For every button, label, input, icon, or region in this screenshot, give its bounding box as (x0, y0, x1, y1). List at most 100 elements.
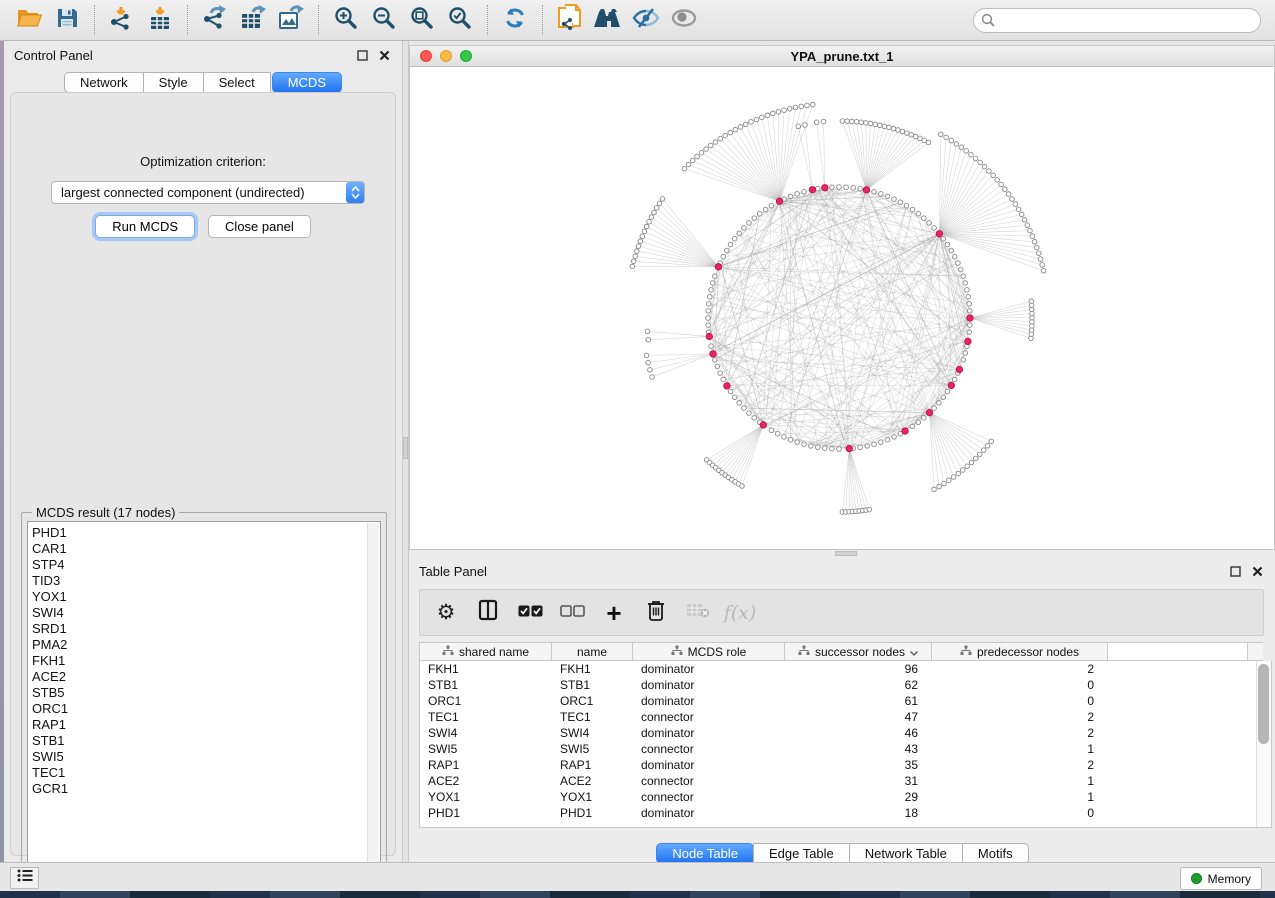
table-row[interactable]: ORC1ORC1dominator610 (420, 693, 1271, 709)
tab-mcds[interactable]: MCDS (272, 72, 342, 93)
hide-items-button[interactable] (627, 3, 665, 37)
export-table-icon (239, 5, 267, 36)
vertical-split-divider[interactable] (402, 41, 409, 862)
mcds-result-item[interactable]: FKH1 (32, 653, 380, 669)
cell-shared-name: ACE2 (420, 773, 552, 789)
open-session-button[interactable] (10, 3, 48, 37)
mcds-result-item[interactable]: STB1 (32, 733, 380, 749)
mcds-result-item[interactable]: STP4 (32, 557, 380, 573)
export-table-button[interactable] (234, 3, 272, 37)
tab-select[interactable]: Select (203, 72, 271, 93)
network-canvas[interactable] (410, 67, 1274, 549)
deselect-all-icon (560, 604, 585, 622)
tab-motifs[interactable]: Motifs (962, 843, 1029, 864)
run-mcds-button[interactable]: Run MCDS (95, 215, 195, 238)
mcds-result-item[interactable]: YOX1 (32, 589, 380, 605)
export-image-button[interactable] (272, 3, 310, 37)
show-items-button[interactable] (665, 3, 703, 37)
column-header-MCDS-role[interactable]: MCDS role (633, 643, 785, 660)
mcds-result-list[interactable]: PHD1CAR1STP4TID3YOX1SWI4SRD1PMA2FKH1ACE2… (27, 521, 381, 877)
column-header-predecessor-nodes[interactable]: predecessor nodes (932, 643, 1108, 660)
table-row[interactable]: STB1STB1dominator620 (420, 677, 1271, 693)
table-row[interactable]: FKH1FKH1dominator962 (420, 661, 1271, 677)
zoom-out-button[interactable] (365, 3, 403, 37)
table-row[interactable]: ACE2ACE2connector311 (420, 773, 1271, 789)
close-panel-button[interactable]: Close panel (208, 215, 311, 238)
table-row[interactable]: SWI5SWI5connector431 (420, 741, 1271, 757)
save-session-button[interactable] (48, 3, 86, 37)
table-settings-button[interactable]: ⚙ (432, 598, 460, 628)
search-input[interactable] (973, 8, 1261, 33)
search-network-button[interactable] (589, 3, 627, 37)
close-panel-icon[interactable] (1249, 563, 1265, 579)
zoom-fit-button[interactable] (403, 3, 441, 37)
cell-shared-name: SWI4 (420, 725, 552, 741)
show-columns-button[interactable] (474, 598, 502, 628)
column-header-successor-nodes[interactable]: successor nodes (785, 643, 932, 660)
column-header-label: MCDS role (688, 645, 747, 659)
tab-node-table[interactable]: Node Table (656, 843, 754, 864)
tab-network-table[interactable]: Network Table (849, 843, 963, 864)
zoom-in-button[interactable] (327, 3, 365, 37)
mcds-result-item[interactable]: CAR1 (32, 541, 380, 557)
mcds-result-item[interactable]: SRD1 (32, 621, 380, 637)
network-window-titlebar[interactable]: YPA_prune.txt_1 (410, 46, 1274, 67)
task-history-button[interactable] (10, 867, 39, 889)
import-table-button[interactable] (141, 3, 179, 37)
cell-MCDS-role: connector (633, 709, 785, 725)
criterion-selected-value: largest connected component (undirected) (52, 185, 346, 200)
cell-shared-name: FKH1 (420, 661, 552, 677)
horizontal-split-divider[interactable] (409, 550, 1275, 557)
divider-grabber[interactable] (835, 551, 857, 556)
add-row-button[interactable]: + (600, 598, 628, 628)
float-panel-icon[interactable] (1227, 563, 1243, 579)
import-network-button[interactable] (103, 3, 141, 37)
column-header-shared-name[interactable]: shared name (420, 643, 552, 660)
delete-row-button[interactable] (642, 598, 670, 628)
mcds-result-item[interactable]: SWI5 (32, 749, 380, 765)
cell-shared-name: PHD1 (420, 805, 552, 821)
float-panel-icon[interactable] (354, 47, 370, 63)
table-scrollbar-thumb[interactable] (1258, 664, 1269, 744)
mcds-result-item[interactable]: STB5 (32, 685, 380, 701)
mcds-result-item[interactable]: ACE2 (32, 669, 380, 685)
close-panel-icon[interactable] (376, 47, 392, 63)
mcds-result-item[interactable]: TID3 (32, 573, 380, 589)
list-scrollbar-track[interactable] (367, 523, 379, 877)
divider-grabber[interactable] (403, 437, 408, 459)
mcds-result-item[interactable]: ORC1 (32, 701, 380, 717)
binoculars-icon (593, 6, 623, 35)
select-all-button[interactable] (516, 598, 544, 628)
mcds-result-item[interactable]: GCR1 (32, 781, 380, 797)
table-row[interactable]: RAP1RAP1dominator352 (420, 757, 1271, 773)
column-header-name[interactable]: name (552, 643, 633, 660)
tab-network[interactable]: Network (64, 72, 144, 93)
criterion-select[interactable]: largest connected component (undirected) (51, 181, 365, 204)
mcds-result-item[interactable]: TEC1 (32, 765, 380, 781)
eye-slash-icon (632, 6, 660, 35)
zoom-selected-button[interactable] (441, 3, 479, 37)
table-row[interactable]: YOX1YOX1connector291 (420, 789, 1271, 805)
tab-edge-table[interactable]: Edge Table (753, 843, 850, 864)
table-scrollbar-track[interactable] (1256, 661, 1271, 827)
cell-successor-nodes: 62 (785, 677, 932, 693)
cell-predecessor-nodes: 2 (932, 757, 1108, 773)
export-network-icon (201, 5, 229, 36)
toolbar-separator (542, 5, 543, 35)
mcds-result-item[interactable]: PMA2 (32, 637, 380, 653)
table-row[interactable]: PHD1PHD1dominator180 (420, 805, 1271, 821)
table-row[interactable]: TEC1TEC1connector472 (420, 709, 1271, 725)
tab-style[interactable]: Style (143, 72, 204, 93)
export-network-button[interactable] (196, 3, 234, 37)
cell-predecessor-nodes: 2 (932, 661, 1108, 677)
network-file-button[interactable] (551, 3, 589, 37)
memory-button[interactable]: Memory (1180, 867, 1262, 890)
refresh-button[interactable] (496, 3, 534, 37)
table-row[interactable]: SWI4SWI4dominator462 (420, 725, 1271, 741)
cell-name: TEC1 (552, 709, 633, 725)
mcds-result-item[interactable]: SWI4 (32, 605, 380, 621)
mcds-result-item[interactable]: PHD1 (32, 525, 380, 541)
deselect-all-button[interactable] (558, 598, 586, 628)
gear-icon: ⚙ (437, 602, 456, 623)
mcds-result-item[interactable]: RAP1 (32, 717, 380, 733)
